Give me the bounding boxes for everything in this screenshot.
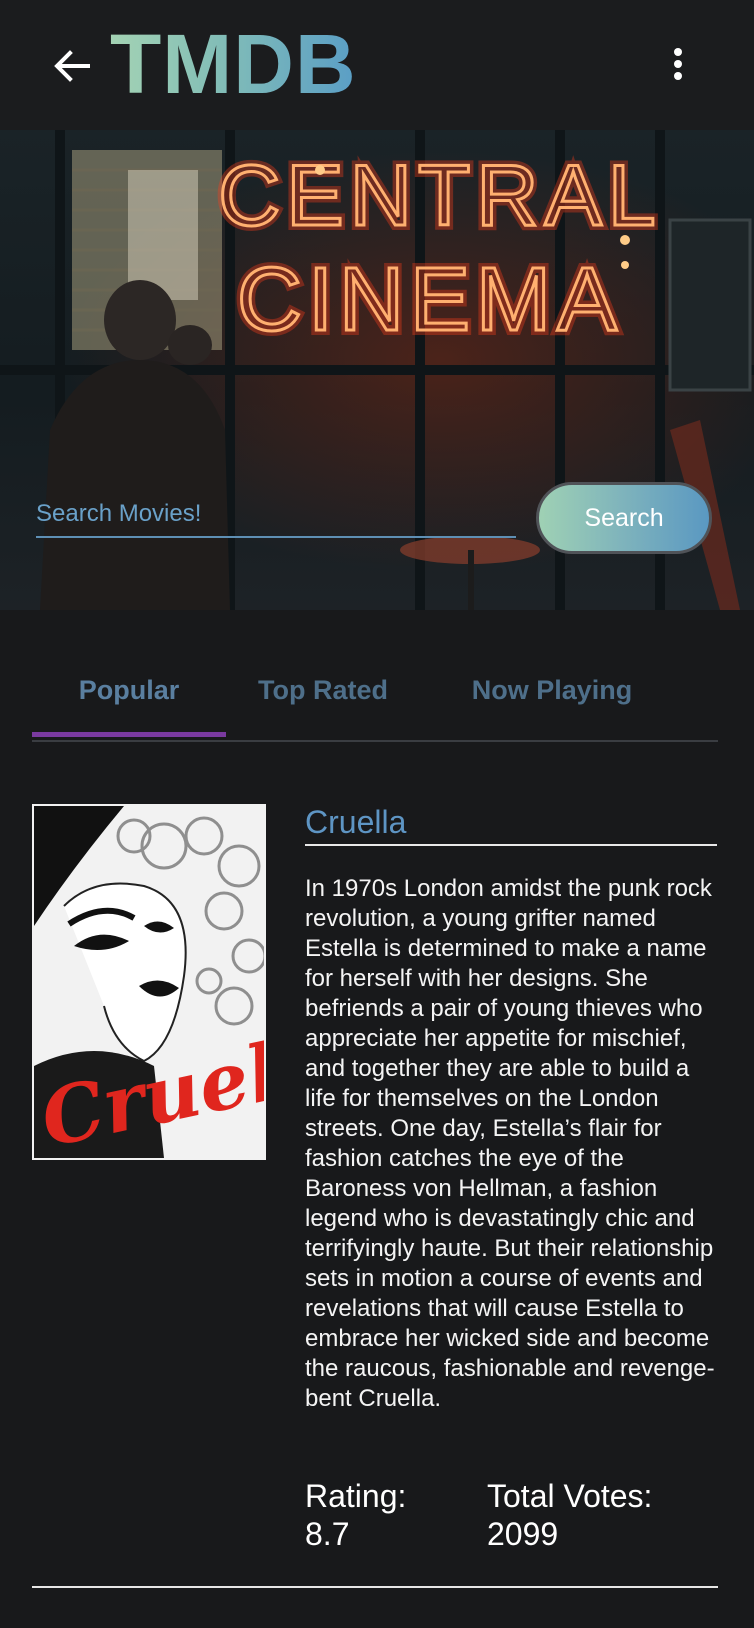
movie-poster[interactable]: Cruella — [32, 804, 266, 1160]
movie-title[interactable]: Cruella — [305, 800, 717, 846]
category-tabs: Popular Top Rated Now Playing — [32, 660, 718, 742]
tab-popular[interactable]: Popular — [32, 660, 226, 740]
divider — [32, 1586, 718, 1588]
active-tab-indicator — [32, 732, 226, 737]
neon-sign-line2: CINEMA — [237, 250, 623, 350]
app-bar: TMDB — [0, 0, 754, 130]
arrow-left-icon — [54, 50, 90, 82]
person-silhouette — [40, 280, 230, 610]
tab-top-rated[interactable]: Top Rated — [237, 660, 409, 740]
more-vertical-icon — [660, 48, 696, 80]
rating-label: Rating: — [305, 1478, 407, 1514]
total-votes-label: Total Votes: — [487, 1478, 653, 1514]
movie-overview: In 1970s London amidst the punk rock rev… — [305, 875, 715, 1412]
poster-image: Cruella — [34, 806, 264, 1158]
app-logo-title: TMDB — [110, 14, 357, 114]
hero-banner: CENTRAL CENTRAL CINEMA CINEMA Search — [0, 130, 754, 610]
total-votes-value: 2099 — [487, 1516, 559, 1552]
neon-sign-line1: CENTRAL — [218, 148, 661, 244]
overflow-menu-button[interactable] — [660, 44, 696, 92]
tab-now-playing[interactable]: Now Playing — [452, 660, 652, 740]
search-input[interactable] — [36, 492, 516, 538]
rating-value: 8.7 — [305, 1516, 350, 1552]
search-button[interactable]: Search — [536, 482, 712, 554]
back-button[interactable] — [48, 40, 96, 88]
